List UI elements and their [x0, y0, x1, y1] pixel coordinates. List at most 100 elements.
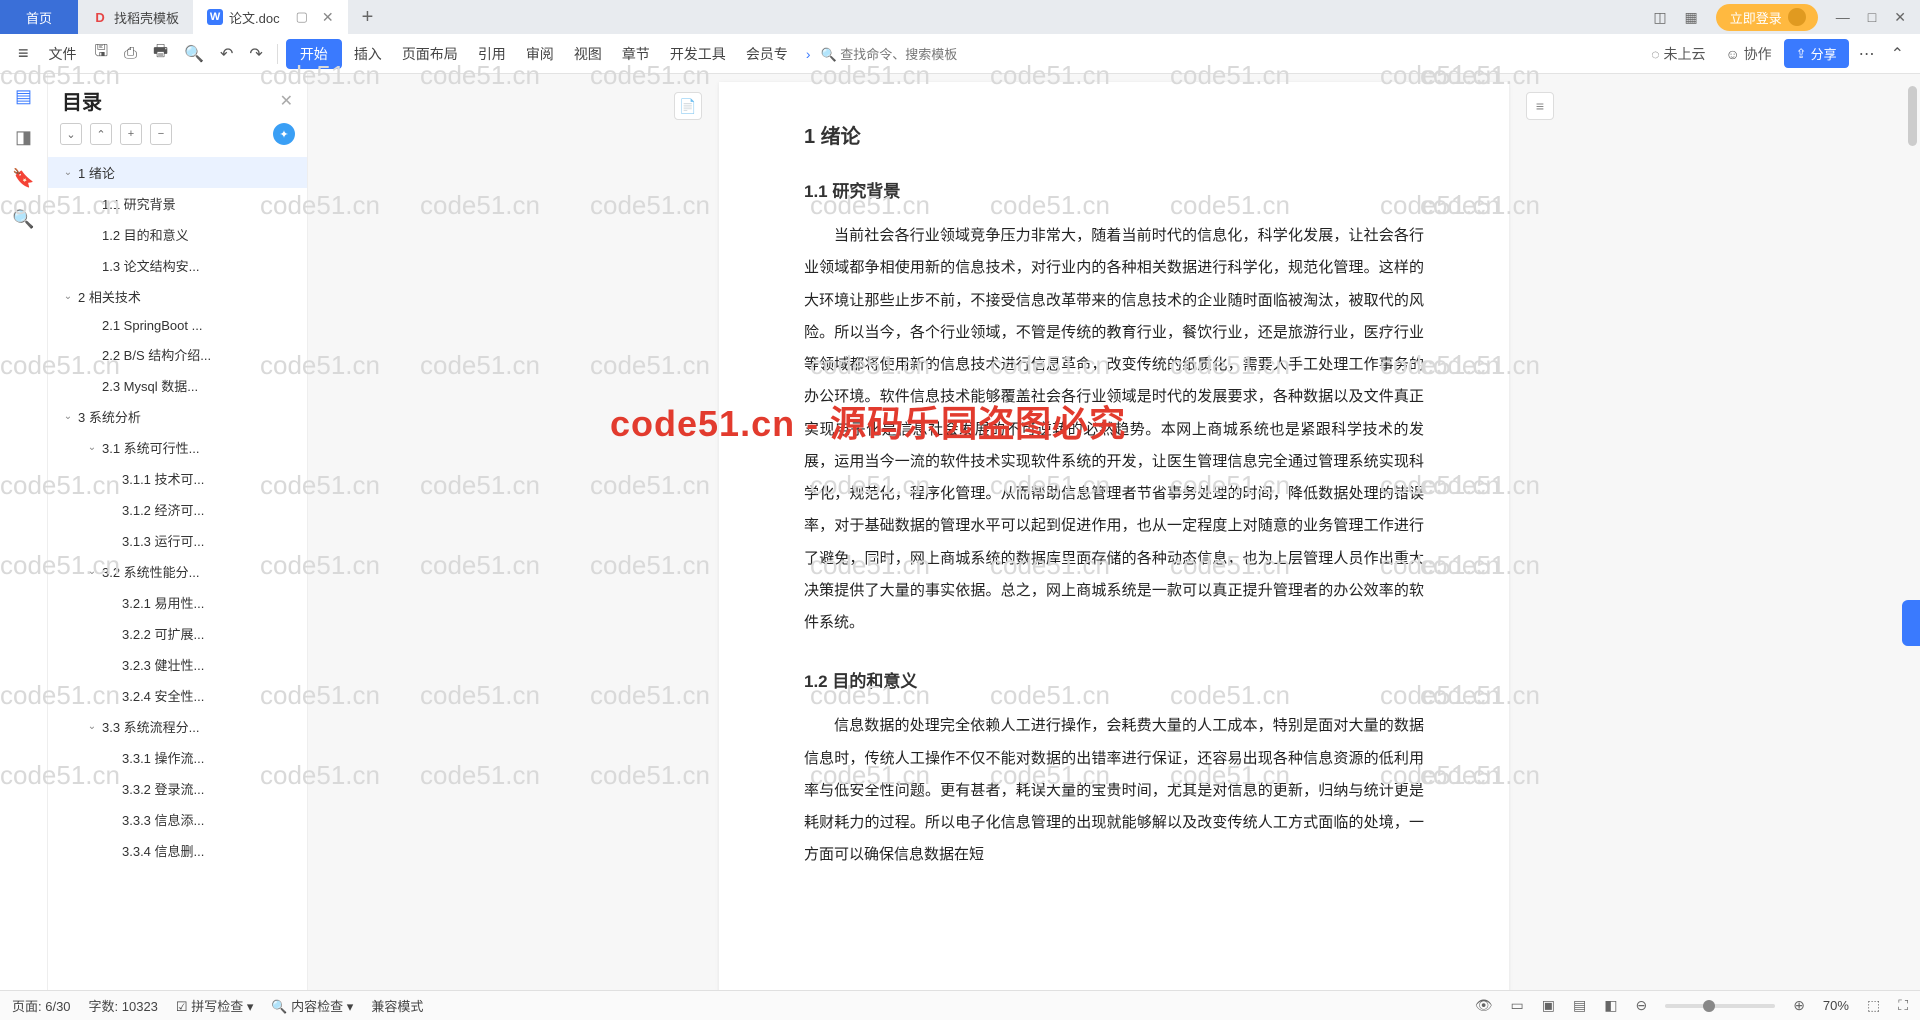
expand-all-icon[interactable]: ⌃: [90, 123, 112, 145]
page-view-icon[interactable]: ▣: [1542, 997, 1555, 1014]
outline-item[interactable]: ⌄3.3 系统流程分...: [48, 711, 307, 742]
outline-item[interactable]: ⌄2 相关技术: [48, 281, 307, 312]
outline-item[interactable]: 1.3 论文结构安...: [48, 250, 307, 281]
tab-reference[interactable]: 引用: [470, 40, 514, 68]
outline-item[interactable]: 3.2.4 安全性...: [48, 680, 307, 711]
page-indicator[interactable]: 页面: 6/30: [12, 996, 71, 1015]
outline-item[interactable]: 3.3.1 操作流...: [48, 742, 307, 773]
outline-title: 目录: [62, 86, 102, 115]
undo-icon[interactable]: ↶: [214, 40, 239, 68]
tab-start[interactable]: 开始: [286, 39, 342, 69]
tab-insert[interactable]: 插入: [346, 40, 390, 68]
outline-item[interactable]: 3.2.3 健壮性...: [48, 649, 307, 680]
scrollbar[interactable]: [1908, 74, 1917, 990]
layers-rail-icon[interactable]: ◨: [15, 127, 32, 148]
tab-dev[interactable]: 开发工具: [662, 40, 734, 68]
tab-review[interactable]: 审阅: [518, 40, 562, 68]
heading-1-2: 1.2 目的和意义: [804, 667, 1424, 692]
word-count[interactable]: 字数: 10323: [89, 996, 158, 1015]
login-button[interactable]: 立即登录: [1716, 4, 1818, 31]
outline-item[interactable]: 2.1 SpringBoot ...: [48, 312, 307, 339]
outline-item[interactable]: ⌄3.1 系统可行性...: [48, 432, 307, 463]
outline-item[interactable]: 2.3 Mysql 数据...: [48, 370, 307, 401]
avatar-icon: [1788, 8, 1806, 26]
tab-layout[interactable]: 页面布局: [394, 40, 466, 68]
add-item-icon[interactable]: +: [120, 123, 142, 145]
web-view-icon[interactable]: ▤: [1573, 997, 1586, 1014]
collapse-all-icon[interactable]: ⌄: [60, 123, 82, 145]
cloud-status[interactable]: ◌ 未上云: [1643, 40, 1713, 68]
bookmark-rail-icon[interactable]: 🔖: [12, 168, 34, 189]
preview-icon[interactable]: 🔍: [178, 40, 210, 68]
collapse-icon[interactable]: ⌃: [1885, 40, 1910, 68]
fit-icon[interactable]: ⬚: [1867, 997, 1880, 1014]
fullscreen-icon[interactable]: ⛶: [1898, 997, 1908, 1014]
outline-item[interactable]: 2.2 B/S 结构介绍...: [48, 339, 307, 370]
more-icon[interactable]: ⋯: [1853, 40, 1881, 68]
page-menu-icon[interactable]: ≡: [1526, 92, 1554, 120]
scrollbar-thumb[interactable]: [1908, 86, 1917, 146]
panel-close-icon[interactable]: ✕: [280, 91, 293, 111]
more-tabs-icon[interactable]: ›: [800, 46, 817, 62]
coop-button[interactable]: ☺ 协作: [1717, 40, 1779, 68]
outline-item[interactable]: 3.3.2 登录流...: [48, 773, 307, 804]
tab-template[interactable]: D 找稻壳模板: [78, 0, 193, 34]
ribbon-toolbar: ≡ 文件 🖫 ⎙ 🖶 🔍 ↶ ↷ 开始 插入 页面布局 引用 审阅 视图 章节 …: [0, 34, 1920, 74]
zoom-level[interactable]: 70%: [1823, 998, 1849, 1013]
ai-icon[interactable]: ✦: [273, 123, 295, 145]
outline-item[interactable]: 3.1.1 技术可...: [48, 463, 307, 494]
reading-icon[interactable]: ▭: [1511, 997, 1524, 1014]
outline-item[interactable]: 3.2.2 可扩展...: [48, 618, 307, 649]
window-close-icon[interactable]: ✕: [1894, 9, 1906, 26]
zoom-in-icon[interactable]: ⊕: [1793, 997, 1805, 1014]
content-check[interactable]: 🔍 内容检查 ▾: [271, 996, 353, 1015]
outline-item[interactable]: 1.1 研究背景: [48, 188, 307, 219]
apps-icon[interactable]: ▦: [1685, 9, 1698, 26]
side-handle[interactable]: [1902, 600, 1920, 646]
window-controls: ◫ ▦ 立即登录 — □ ✕: [1653, 4, 1920, 31]
maximize-icon[interactable]: □: [1868, 9, 1876, 25]
separator: [277, 44, 278, 64]
outline-item[interactable]: 3.2.1 易用性...: [48, 587, 307, 618]
new-tab-button[interactable]: +: [348, 6, 388, 29]
outline-item[interactable]: ⌄3.2 系统性能分...: [48, 556, 307, 587]
compat-mode[interactable]: 兼容模式: [371, 996, 423, 1015]
spell-check[interactable]: ☑ 拼写检查 ▾: [176, 996, 253, 1015]
tab-home[interactable]: 首页: [0, 0, 78, 34]
outline-item[interactable]: 1.2 目的和意义: [48, 219, 307, 250]
tab-document[interactable]: W 论文.doc ▢ ✕: [193, 0, 348, 34]
outline-item[interactable]: ⌄1 绪论: [48, 157, 307, 188]
layout-icon[interactable]: ◫: [1653, 9, 1666, 26]
save-icon[interactable]: 🖫: [89, 36, 115, 71]
tab-view[interactable]: 视图: [566, 40, 610, 68]
export-icon[interactable]: ⎙: [118, 41, 143, 67]
outline-rail-icon[interactable]: ▤: [15, 86, 32, 107]
zoom-slider[interactable]: [1665, 1004, 1775, 1008]
heading-1: 1 绪论: [804, 120, 1424, 149]
print-icon[interactable]: 🖶: [147, 36, 174, 71]
word-icon: W: [207, 9, 223, 25]
tab-chapter[interactable]: 章节: [614, 40, 658, 68]
share-button[interactable]: ⇪ 分享: [1784, 39, 1849, 68]
view-mode-icon[interactable]: 👁: [1475, 997, 1493, 1014]
page-options-icon[interactable]: 📄: [674, 92, 702, 120]
hamburger-icon[interactable]: ≡: [10, 39, 37, 68]
document-page[interactable]: 1 绪论 1.1 研究背景 当前社会各行业领域竞争压力非常大，随着当前时代的信息…: [719, 82, 1509, 990]
zoom-out-icon[interactable]: ⊖: [1635, 997, 1647, 1014]
status-bar: 页面: 6/30 字数: 10323 ☑ 拼写检查 ▾ 🔍 内容检查 ▾ 兼容模…: [0, 990, 1920, 1020]
remove-item-icon[interactable]: −: [150, 123, 172, 145]
projector-icon[interactable]: ▢: [296, 9, 308, 25]
outline-item[interactable]: ⌄3 系统分析: [48, 401, 307, 432]
outline-item[interactable]: 3.3.4 信息删...: [48, 835, 307, 866]
outline-item[interactable]: 3.1.2 经济可...: [48, 494, 307, 525]
search-rail-icon[interactable]: 🔍: [12, 209, 34, 230]
outline-item[interactable]: 3.3.3 信息添...: [48, 804, 307, 835]
file-menu[interactable]: 文件: [41, 40, 85, 68]
command-search[interactable]: 🔍 查找命令、搜索模板: [820, 44, 957, 63]
minimize-icon[interactable]: —: [1836, 9, 1850, 25]
close-icon[interactable]: ✕: [322, 9, 334, 26]
tab-member[interactable]: 会员专: [738, 40, 796, 68]
outline-view-icon[interactable]: ◧: [1604, 997, 1617, 1014]
outline-item[interactable]: 3.1.3 运行可...: [48, 525, 307, 556]
redo-icon[interactable]: ↷: [243, 40, 268, 68]
